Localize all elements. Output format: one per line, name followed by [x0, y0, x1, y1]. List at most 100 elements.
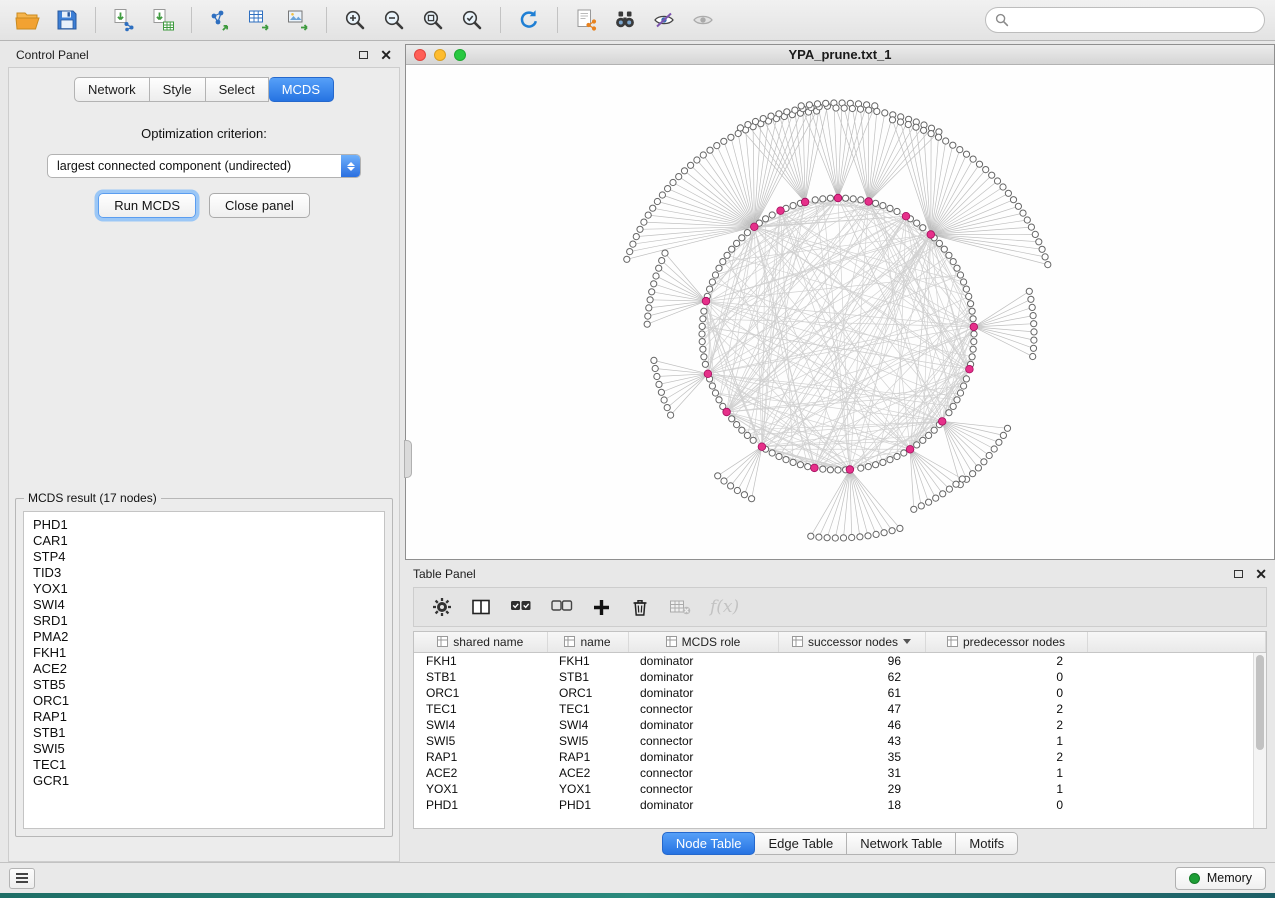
- scrollbar-thumb[interactable]: [1256, 655, 1264, 750]
- table-row[interactable]: SWI4SWI4dominator462: [414, 717, 1266, 733]
- tab-select[interactable]: Select: [206, 77, 269, 102]
- mcds-result-item[interactable]: SRD1: [33, 613, 375, 629]
- cell-predecessor-nodes[interactable]: 0: [925, 797, 1087, 813]
- cell-shared-name[interactable]: ORC1: [414, 685, 547, 701]
- import-network-button[interactable]: [106, 5, 142, 36]
- toolbar-search-box[interactable]: [985, 7, 1265, 33]
- network-canvas[interactable]: [406, 66, 1274, 560]
- delete-column-button[interactable]: [630, 597, 650, 617]
- cell-shared-name[interactable]: RAP1: [414, 749, 547, 765]
- cell-name[interactable]: SWI4: [547, 717, 628, 733]
- table-scrollbar[interactable]: [1253, 653, 1266, 828]
- float-panel-icon[interactable]: [1234, 570, 1243, 578]
- table-row[interactable]: SWI5SWI5connector431: [414, 733, 1266, 749]
- cell-predecessor-nodes[interactable]: 1: [925, 733, 1087, 749]
- mcds-result-item[interactable]: TEC1: [33, 757, 375, 773]
- table-row[interactable]: FKH1FKH1dominator962: [414, 652, 1266, 669]
- column-header-predecessor-nodes[interactable]: predecessor nodes: [925, 632, 1087, 652]
- cell-shared-name[interactable]: SWI4: [414, 717, 547, 733]
- cell-shared-name[interactable]: STB1: [414, 669, 547, 685]
- table-row[interactable]: TEC1TEC1connector472: [414, 701, 1266, 717]
- cell-shared-name[interactable]: ACE2: [414, 765, 547, 781]
- hide-details-button[interactable]: [646, 5, 682, 36]
- close-panel-button[interactable]: Close panel: [209, 193, 310, 218]
- apply-layout-button[interactable]: [511, 5, 547, 36]
- zoom-in-button[interactable]: [337, 5, 373, 36]
- memory-button[interactable]: Memory: [1175, 867, 1266, 890]
- cell-name[interactable]: RAP1: [547, 749, 628, 765]
- tab-network[interactable]: Network: [74, 77, 150, 102]
- run-mcds-button[interactable]: Run MCDS: [98, 193, 196, 218]
- table-row[interactable]: YOX1YOX1connector291: [414, 781, 1266, 797]
- tab-edge-table[interactable]: Edge Table: [755, 832, 847, 855]
- cell-successor-nodes[interactable]: 18: [778, 797, 925, 813]
- tab-style[interactable]: Style: [150, 77, 206, 102]
- table-row[interactable]: ORC1ORC1dominator610: [414, 685, 1266, 701]
- window-minimize-icon[interactable]: [434, 49, 446, 61]
- mcds-result-item[interactable]: STB5: [33, 677, 375, 693]
- cell-successor-nodes[interactable]: 47: [778, 701, 925, 717]
- open-file-button[interactable]: [10, 5, 46, 36]
- mcds-result-item[interactable]: PHD1: [33, 517, 375, 533]
- tab-mcds[interactable]: MCDS: [269, 77, 334, 102]
- mcds-result-item[interactable]: ACE2: [33, 661, 375, 677]
- cell-successor-nodes[interactable]: 96: [778, 652, 925, 669]
- cell-mcds-role[interactable]: dominator: [628, 797, 778, 813]
- close-panel-icon[interactable]: ✕: [1255, 569, 1267, 579]
- cell-name[interactable]: SWI5: [547, 733, 628, 749]
- task-history-button[interactable]: [9, 868, 35, 889]
- table-settings-button[interactable]: [432, 597, 452, 617]
- show-details-button[interactable]: [685, 5, 721, 36]
- show-columns-button[interactable]: [471, 597, 491, 617]
- cell-shared-name[interactable]: FKH1: [414, 652, 547, 669]
- mcds-result-item[interactable]: ORC1: [33, 693, 375, 709]
- cell-successor-nodes[interactable]: 31: [778, 765, 925, 781]
- cell-mcds-role[interactable]: connector: [628, 781, 778, 797]
- cell-name[interactable]: PHD1: [547, 797, 628, 813]
- mcds-result-item[interactable]: CAR1: [33, 533, 375, 549]
- save-session-button[interactable]: [49, 5, 85, 36]
- zoom-out-button[interactable]: [376, 5, 412, 36]
- mcds-result-item[interactable]: YOX1: [33, 581, 375, 597]
- cell-name[interactable]: YOX1: [547, 781, 628, 797]
- cell-shared-name[interactable]: PHD1: [414, 797, 547, 813]
- cell-predecessor-nodes[interactable]: 1: [925, 765, 1087, 781]
- cell-predecessor-nodes[interactable]: 2: [925, 717, 1087, 733]
- cell-successor-nodes[interactable]: 35: [778, 749, 925, 765]
- select-all-button[interactable]: [510, 597, 532, 617]
- import-table-button[interactable]: [145, 5, 181, 36]
- cell-mcds-role[interactable]: connector: [628, 701, 778, 717]
- mcds-result-item[interactable]: STP4: [33, 549, 375, 565]
- cell-predecessor-nodes[interactable]: 2: [925, 749, 1087, 765]
- cell-successor-nodes[interactable]: 61: [778, 685, 925, 701]
- cell-successor-nodes[interactable]: 46: [778, 717, 925, 733]
- mcds-result-item[interactable]: SWI5: [33, 741, 375, 757]
- window-close-icon[interactable]: [414, 49, 426, 61]
- cell-predecessor-nodes[interactable]: 0: [925, 685, 1087, 701]
- export-network-button[interactable]: [202, 5, 238, 36]
- cell-mcds-role[interactable]: connector: [628, 765, 778, 781]
- cell-mcds-role[interactable]: dominator: [628, 669, 778, 685]
- optimization-criterion-select[interactable]: largest connected component (undirected): [47, 154, 361, 178]
- column-header-mcds-role[interactable]: MCDS role: [628, 632, 778, 652]
- cell-name[interactable]: ACE2: [547, 765, 628, 781]
- search-input[interactable]: [1015, 13, 1255, 27]
- cell-mcds-role[interactable]: dominator: [628, 652, 778, 669]
- cell-shared-name[interactable]: TEC1: [414, 701, 547, 717]
- mcds-result-item[interactable]: TID3: [33, 565, 375, 581]
- cell-name[interactable]: FKH1: [547, 652, 628, 669]
- column-header-name[interactable]: name: [547, 632, 628, 652]
- share-document-button[interactable]: [568, 5, 604, 36]
- export-table-button[interactable]: [241, 5, 277, 36]
- mcds-result-item[interactable]: STB1: [33, 725, 375, 741]
- table-row[interactable]: PHD1PHD1dominator180: [414, 797, 1266, 813]
- table-row[interactable]: ACE2ACE2connector311: [414, 765, 1266, 781]
- cell-successor-nodes[interactable]: 43: [778, 733, 925, 749]
- search-network-button[interactable]: [607, 5, 643, 36]
- zoom-fit-button[interactable]: [415, 5, 451, 36]
- window-zoom-icon[interactable]: [454, 49, 466, 61]
- mcds-result-item[interactable]: RAP1: [33, 709, 375, 725]
- cell-mcds-role[interactable]: connector: [628, 733, 778, 749]
- cell-mcds-role[interactable]: dominator: [628, 685, 778, 701]
- cell-name[interactable]: TEC1: [547, 701, 628, 717]
